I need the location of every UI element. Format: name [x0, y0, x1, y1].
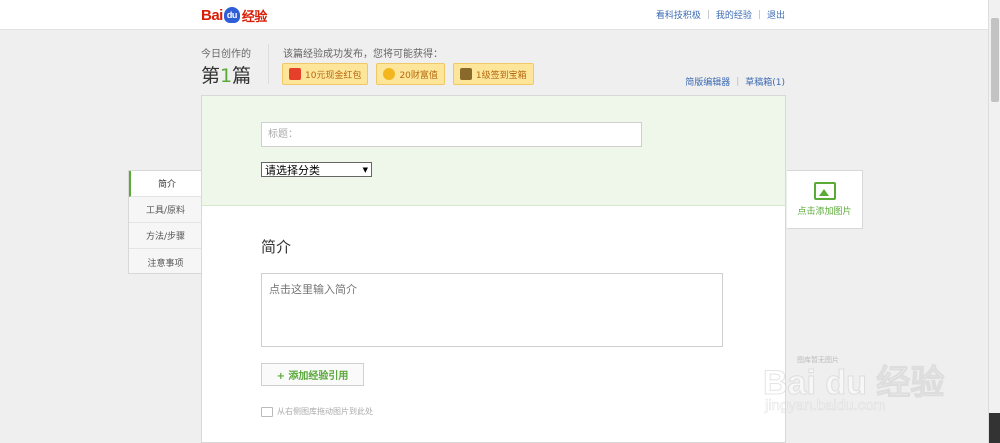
- add-image-panel[interactable]: 点击添加图片: [787, 170, 863, 229]
- today-label: 今日创作的: [201, 49, 251, 60]
- separator: |: [706, 9, 710, 20]
- watermark-url: jingyan.baidu.com: [765, 397, 887, 415]
- reward-tip: 该篇经验成功发布，您将可能获得：: [283, 49, 443, 60]
- section-nav: 简介 工具/原料 方法/步骤 注意事项: [128, 170, 203, 275]
- paw-icon: du: [223, 7, 240, 23]
- link-my-experience[interactable]: 我的经验: [716, 8, 752, 21]
- today-count: 第1篇: [201, 61, 251, 88]
- count-number: 1: [220, 65, 233, 87]
- drag-tip-text: 从右侧图库拖动图片到此处: [277, 407, 373, 416]
- treasure-chest-icon: [459, 68, 472, 80]
- logo-text: Bai: [201, 6, 223, 24]
- nav-item-tools[interactable]: 工具/原料: [129, 197, 202, 223]
- separator: |: [757, 9, 761, 20]
- logo-cn: 经验: [241, 8, 268, 24]
- drag-image-tip: 从右侧图库拖动图片到此处: [261, 406, 373, 417]
- baidu-jingyan-logo[interactable]: Bai du 经验: [201, 5, 267, 25]
- category-select[interactable]: 请选择分类 ▼: [261, 162, 372, 177]
- link-logout[interactable]: 退出: [767, 8, 785, 21]
- red-packet-icon: [289, 68, 301, 80]
- reward-label: 20财富值: [399, 70, 438, 81]
- nav-item-intro[interactable]: 简介: [129, 171, 203, 197]
- reward-label: 10元现金红包: [305, 70, 362, 81]
- drafts-link[interactable]: 草稿箱(1): [745, 75, 785, 88]
- reward-list: 10元现金红包 20财富值 1级签到宝箱: [282, 63, 534, 85]
- add-image-icon: [813, 182, 836, 200]
- reward-wealth[interactable]: 20财富值: [376, 63, 445, 85]
- simple-editor-link[interactable]: 简版编辑器: [685, 75, 730, 88]
- add-reference-button[interactable]: + 添加经验引用: [261, 363, 364, 386]
- title-input[interactable]: [261, 122, 642, 147]
- nav-item-notes[interactable]: 注意事项: [129, 249, 202, 275]
- add-image-label: 点击添加图片: [797, 207, 852, 217]
- link-tech-active[interactable]: 看科技积极: [656, 8, 701, 21]
- vertical-divider: [268, 44, 269, 84]
- intro-textarea[interactable]: [261, 273, 723, 347]
- count-suffix: 篇: [232, 65, 252, 87]
- category-selected-value: 请选择分类: [265, 163, 320, 177]
- separator: |: [736, 76, 740, 87]
- reward-label: 1级签到宝箱: [475, 70, 527, 81]
- dropdown-caret-icon: ▼: [362, 165, 368, 174]
- page-scrollbar[interactable]: [988, 0, 1000, 443]
- count-prefix: 第: [201, 65, 221, 87]
- title-area: 请选择分类 ▼: [202, 96, 785, 206]
- image-icon: [261, 406, 273, 417]
- nav-item-steps[interactable]: 方法/步骤: [129, 223, 202, 249]
- watermark: Bai du 经验 jingyan.baidu.com: [762, 355, 953, 425]
- reward-red-packet[interactable]: 10元现金红包: [282, 63, 369, 85]
- scrollbar-thumb[interactable]: [991, 18, 999, 102]
- scrollbar-corner: [989, 413, 1000, 443]
- top-bar: Bai du 经验 看科技积极 | 我的经验 | 退出: [0, 0, 988, 30]
- coin-icon: [383, 68, 396, 80]
- section-title-intro: 简介: [261, 238, 292, 256]
- top-links: 看科技积极 | 我的经验 | 退出: [656, 8, 785, 22]
- editor-card: 请选择分类 ▼ 简介 + 添加经验引用 从右侧图库拖动图片到此处: [201, 95, 786, 443]
- reward-chest[interactable]: 1级签到宝箱: [452, 63, 534, 85]
- editor-links: 简版编辑器 | 草稿箱(1): [685, 75, 785, 89]
